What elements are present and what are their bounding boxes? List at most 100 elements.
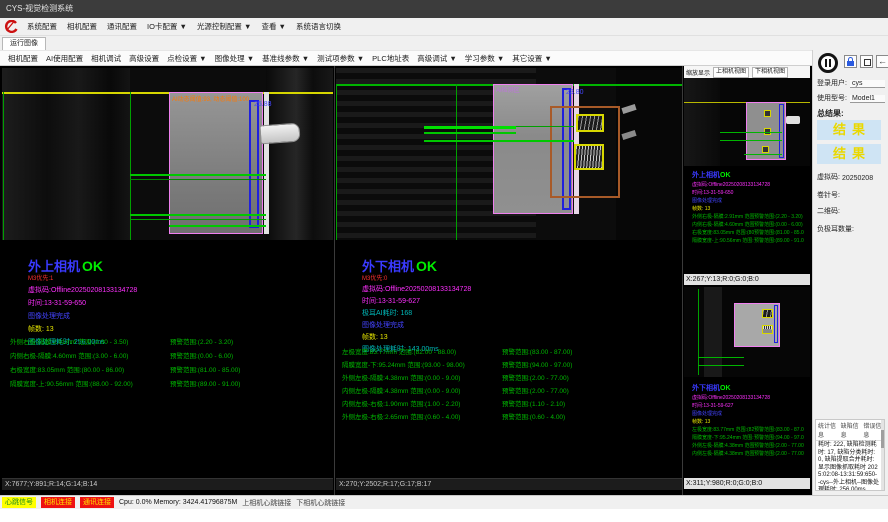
- measurement-warn: 预警范围:(89.00 - 91.00): [170, 378, 240, 388]
- measurement-row: 右极宽度:83.05mm 范围:(80.00 - 86.00)预警范围:(81.…: [10, 364, 331, 378]
- measurement-row: 右极宽度:83.05mm 范围:(80.00 - 86.00)预警范围:(81.…: [692, 229, 808, 236]
- tool-advanced-debug[interactable]: 高级调试 ▼: [417, 53, 457, 64]
- measurement-row: 隔膜宽度-下:95.24mm 范围:(93.00 - 98.00)预警范围:(9…: [692, 434, 808, 441]
- measure-line-green: [130, 179, 266, 180]
- barcode-text: 虚拟码:Offline20250208133134728: [28, 285, 329, 295]
- control-buttons: ←: [816, 53, 886, 77]
- camera-image-lower[interactable]: AI检测区 23.80: [336, 68, 682, 240]
- status-bar: 心跳信号 相机连接 通讯连接 Cpu: 0.0% Memory: 3424.41…: [0, 495, 888, 509]
- tool-advanced-settings[interactable]: 高级设置: [129, 53, 159, 64]
- guide-line-green: [336, 84, 337, 240]
- measurement-warn: 预警范围:(2.00 - 77.00): [754, 442, 804, 449]
- tab-detect-box: [762, 325, 773, 334]
- barcode-text: 虚拟码:Offline20250208133134728: [692, 181, 808, 188]
- menu-item-system-config[interactable]: 系统配置: [27, 21, 57, 32]
- lock-button[interactable]: [844, 55, 857, 68]
- measurement-text: 外侧右极-隔膜:2.91mm 范围:(2.00 - 3.50): [692, 213, 754, 220]
- camera-name: 外上相机: [28, 259, 80, 274]
- thumbnail-view-lower: 外下相机OK 虚拟码:Offline20250208133134728 时间:1…: [684, 285, 810, 495]
- tool-learn-params[interactable]: 学习参数 ▼: [465, 53, 505, 64]
- menu-item-view[interactable]: 查看 ▼: [261, 21, 286, 32]
- upper-camera-link-text: 上相机心跳链接: [242, 498, 291, 508]
- image-background: [684, 78, 720, 166]
- barcode-text: 虚拟码:Offline20250208133134728: [362, 284, 678, 294]
- measurement-text: 内侧左极-隔膜:4.38mm 范围:(0.00 - 9.00): [692, 450, 754, 457]
- camera-link-badge: 相机连接: [41, 497, 75, 508]
- measurement-row: 隔膜宽度-下:95.24mm 范围:(93.00 - 98.00)预警范围:(9…: [342, 359, 680, 372]
- stats-tab-defects[interactable]: 缺陷信息: [841, 421, 860, 439]
- roi-value-label: 25.88: [254, 101, 272, 108]
- tool-test-params[interactable]: 测试项参数 ▼: [317, 53, 364, 64]
- tab-detect-box: [762, 146, 769, 153]
- measurement-row: 隔膜宽度-上:90.56mm 范围:(88.00 - 92.00)预警范围:(8…: [692, 237, 808, 244]
- guide-line-yellow: [2, 92, 333, 94]
- measure-line-green: [169, 225, 266, 227]
- tab-detect-box: [762, 309, 773, 318]
- menu-item-io-config[interactable]: IO卡配置 ▼: [147, 21, 187, 32]
- guide-line-green: [698, 289, 699, 375]
- stats-tab-statistics[interactable]: 统计信息: [818, 421, 837, 439]
- pixel-coords-upper: X:7677;Y:891;R:14;G:14;B:14: [2, 478, 333, 490]
- measurement-text: 隔膜宽度-下:95.24mm 范围:(93.00 - 98.00): [692, 434, 754, 441]
- thumbnail-column: 缩放显示 上相机视图 下相机视图: [684, 66, 810, 495]
- reel-label: 卷针号:: [817, 190, 840, 200]
- camera-name: 外下相机: [362, 259, 414, 274]
- pixel-coords-thumb-lower: X:311;Y:980;R:0;G:0;B:0: [684, 478, 810, 489]
- stats-scrollbar[interactable]: [881, 420, 884, 490]
- measurement-warn: 预警范围:(81.00 - 85.00): [754, 229, 804, 236]
- arrow-left-icon: ←: [877, 56, 888, 67]
- measurement-warn: 预警范围:(83.00 - 87.00): [502, 346, 572, 356]
- tool-other-settings[interactable]: 其它设置 ▼: [512, 53, 552, 64]
- tool-spot-check[interactable]: 点检设置 ▼: [167, 53, 207, 64]
- toolbar: 相机配置 AI使用配置 相机调试 高级设置 点检设置 ▼ 图像处理 ▼ 基准线参…: [0, 50, 812, 66]
- menu-item-light-config[interactable]: 光源控制配置 ▼: [197, 21, 252, 32]
- connector-tab: [259, 123, 300, 145]
- measurement-row: 外侧右极-隔膜:2.91mm 范围:(2.00 - 3.50)预警范围:(2.2…: [10, 336, 331, 350]
- thumbnail-image-lower[interactable]: [684, 287, 810, 377]
- tool-camera-config[interactable]: 相机配置: [8, 53, 38, 64]
- tab-lower-view[interactable]: 下相机视图: [752, 67, 788, 78]
- measurement-warn: 预警范围:(2.00 - 77.00): [502, 385, 569, 395]
- measurement-warn: 预警范围:(94.00 - 97.00): [502, 359, 572, 369]
- tab-upper-view[interactable]: 上相机视图: [713, 67, 749, 78]
- model-value[interactable]: Model1: [850, 95, 885, 103]
- back-button[interactable]: ←: [876, 55, 888, 68]
- qr-label: 二维码:: [817, 206, 840, 216]
- stats-scrollbar-thumb[interactable]: [881, 430, 884, 448]
- tool-baseline-params[interactable]: 基准线参数 ▼: [262, 53, 309, 64]
- stats-tab-errors[interactable]: 错误信息: [863, 421, 882, 439]
- comm-link-badge: 通讯连接: [80, 497, 114, 508]
- model-row: 使用型号: Model1: [817, 93, 885, 103]
- tool-ai-config[interactable]: AI使用配置: [46, 53, 83, 64]
- menu-item-camera-config[interactable]: 相机配置: [67, 21, 97, 32]
- window-button[interactable]: [860, 55, 873, 68]
- thumbnail-image-upper[interactable]: [684, 78, 810, 166]
- window-icon: [864, 59, 871, 66]
- login-user-value[interactable]: cys: [850, 80, 885, 88]
- measurement-text: 左极宽度:83.77mm 范围:(82.00 - 88.00): [692, 426, 754, 433]
- pause-button[interactable]: [818, 53, 838, 73]
- measure-line-green: [130, 214, 266, 216]
- time-text: 时间:13-31-59-627: [692, 402, 808, 409]
- tab-run-image[interactable]: 运行图像: [2, 37, 46, 50]
- tool-image-process[interactable]: 图像处理 ▼: [215, 53, 255, 64]
- camera-image-upper[interactable]: AI动态阈值:93, 动态阈值:100 25.88: [2, 68, 333, 240]
- measurement-row: 内侧左极-隔膜:4.38mm 范围:(0.00 - 9.00)预警范围:(2.0…: [692, 450, 808, 457]
- menu-item-comm-config[interactable]: 通讯配置: [107, 21, 137, 32]
- measurement-list-lower: 左极宽度:83.77mm 范围:(82.00 - 88.00)预警范围:(83.…: [342, 346, 680, 424]
- thumbnail-text-upper: 外上相机OK 虚拟码:Offline20250208133134728 时间:1…: [692, 170, 808, 244]
- measurement-row: 内侧左极-右极:1.90mm 范围:(1.00 - 2.20)预警范围:(1.1…: [342, 398, 680, 411]
- measurement-text: 外侧右极-隔膜:2.91mm 范围:(2.00 - 3.50): [10, 336, 170, 346]
- tool-plc-table[interactable]: PLC地址表: [372, 53, 409, 64]
- menu-item-language[interactable]: 系统语言切换: [296, 21, 341, 32]
- heartbeat-badge: 心跳信号: [2, 497, 36, 508]
- brand-logo-icon: [4, 20, 18, 33]
- frame-count-text: 帧数: 13: [362, 332, 678, 342]
- measure-line-green: [516, 126, 574, 127]
- side-panel: ← 登录用户: cys 使用型号: Model1 总结果: 结果 结果 虚拟码:…: [812, 50, 888, 495]
- time-text: 时间:13-31-59-650: [692, 189, 808, 196]
- tool-camera-debug[interactable]: 相机调试: [91, 53, 121, 64]
- barcode-text: 虚拟码:Offline20250208133134728: [692, 394, 808, 401]
- time-text: 时间:13-31-59-650: [28, 298, 329, 308]
- roi-box-blue: [774, 305, 778, 343]
